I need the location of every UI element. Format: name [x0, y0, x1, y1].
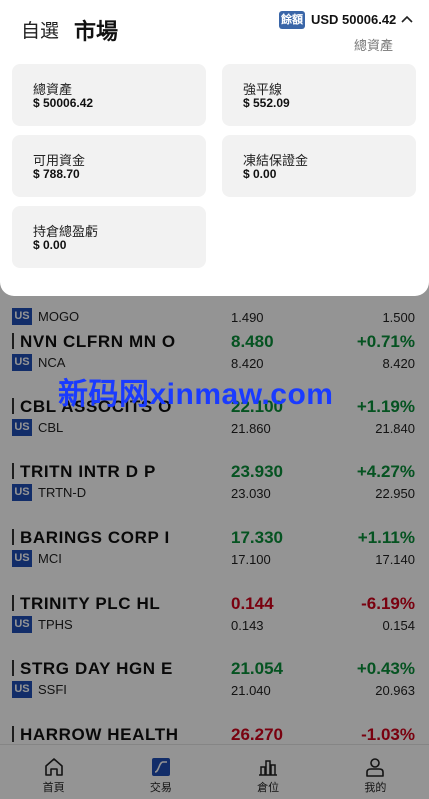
- card-value: $ 50006.42: [33, 96, 94, 110]
- card-available-funds: 可用資金 $ 788.70: [12, 135, 206, 197]
- total-assets-caption: 總資產: [354, 38, 394, 53]
- card-frozen-margin: 凍結保證金 $ 0.00: [222, 135, 416, 197]
- card-value: $ 0.00: [243, 167, 277, 181]
- card-value: $ 788.70: [33, 167, 80, 181]
- card-liquidation-line: 強平線 $ 552.09: [222, 64, 416, 126]
- tab-market[interactable]: 市場: [74, 14, 118, 46]
- watermark-text: 新码网xinmaw.com: [58, 378, 334, 411]
- balance-value[interactable]: USD 50006.42: [311, 12, 396, 27]
- balance-badge: 餘額: [279, 11, 305, 29]
- tab-watchlist[interactable]: 自選: [21, 16, 59, 43]
- card-value: $ 552.09: [243, 96, 290, 110]
- card-total-assets: 總資產 $ 50006.42: [12, 64, 206, 126]
- card-value: $ 0.00: [33, 238, 67, 252]
- account-summary-sheet: 自選 市場 餘額 USD 50006.42 總資產 總資產 $ 50006.42…: [0, 0, 429, 296]
- chevron-up-icon[interactable]: [401, 14, 413, 24]
- card-position-pnl: 持倉總盈虧 $ 0.00: [12, 206, 206, 268]
